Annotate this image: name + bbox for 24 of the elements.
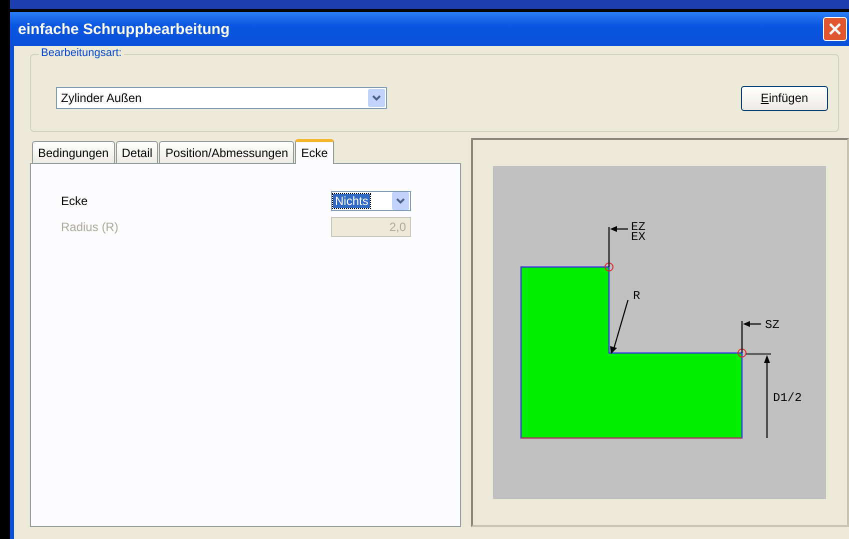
start-point-marker (738, 348, 747, 358)
diagram-label: R (633, 289, 641, 303)
tab[interactable]: Bedingungen (32, 141, 115, 163)
window-title: einfache Schruppbearbeitung (18, 20, 230, 38)
insert-button[interactable]: Einfügen (741, 86, 828, 110)
field-label: Radius (R) (61, 220, 118, 234)
group-label: Bearbeitungsart: (39, 47, 124, 59)
tab[interactable]: Detail (116, 141, 158, 163)
arrow (743, 321, 762, 327)
close-icon (828, 22, 842, 36)
end-point-marker (604, 262, 614, 272)
close-button[interactable] (823, 17, 847, 41)
arrow (610, 226, 628, 232)
diagram-label: D1/2 (773, 391, 802, 405)
tab[interactable]: Position/Abmessungen (159, 141, 294, 163)
tab[interactable]: Ecke (295, 139, 334, 164)
machining-type-dropdown[interactable]: Zylinder Außen (56, 87, 387, 109)
arrow (610, 300, 629, 354)
dimension-line (608, 227, 610, 267)
field-label: Ecke (61, 194, 88, 208)
dimension-line (742, 321, 743, 353)
diagram-label: SZ (765, 318, 780, 332)
corner-dropdown[interactable]: Nichts (331, 191, 411, 211)
diagram-label: EX (631, 230, 646, 244)
